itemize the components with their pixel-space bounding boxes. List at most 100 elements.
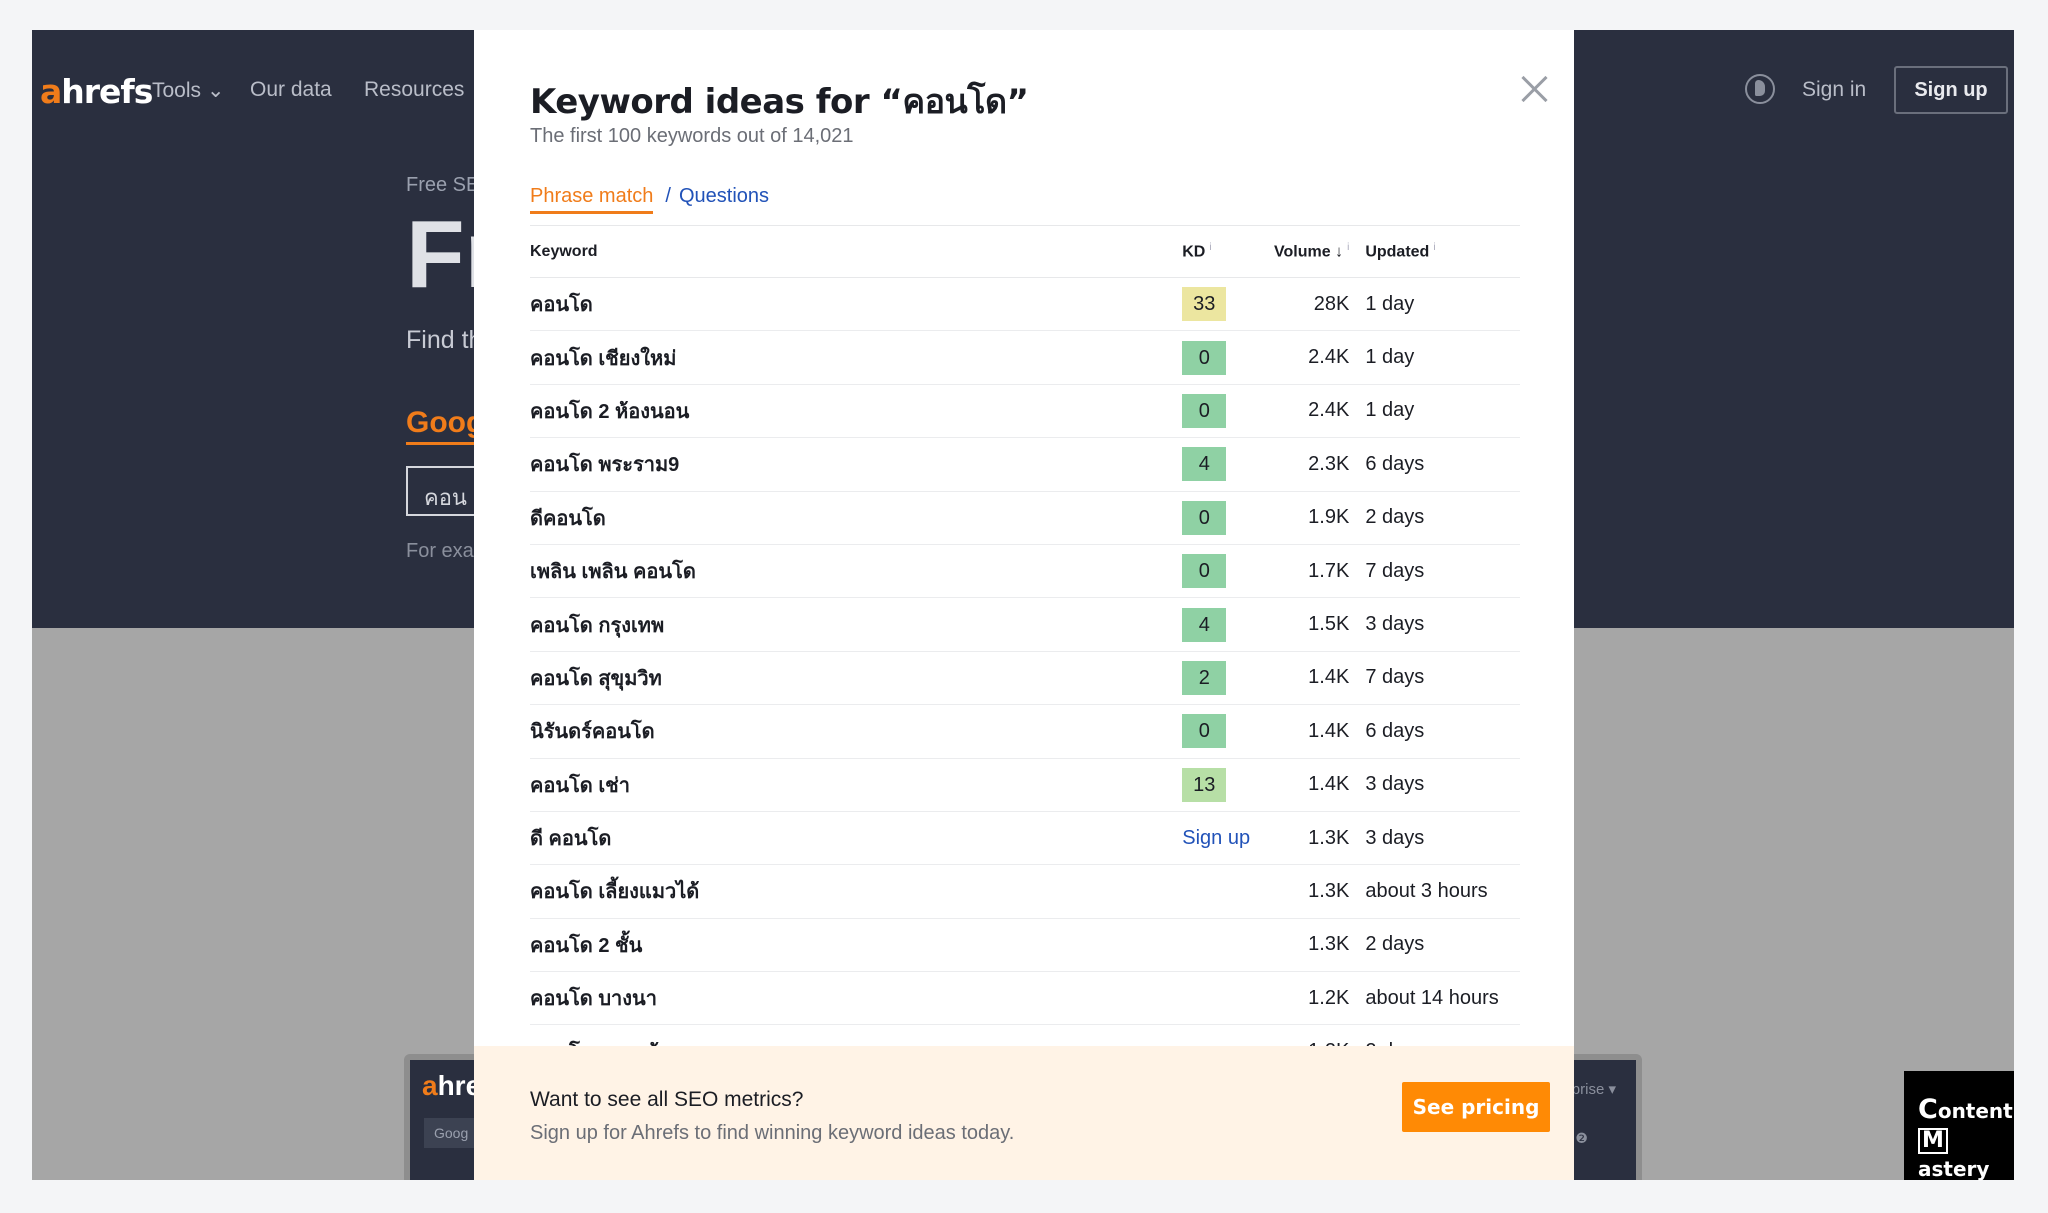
kd-badge: 0 bbox=[1182, 500, 1227, 535]
table-row[interactable]: คอนโด บางนา 1.2K about 14 hours bbox=[530, 971, 1520, 1026]
table-row[interactable]: คอนโด 2 ชั้น 1.3K 2 days bbox=[530, 918, 1520, 973]
keyword-cell[interactable]: ดีคอนโด bbox=[530, 491, 1183, 545]
kd-badge: 2 bbox=[1182, 660, 1227, 695]
volume-cell: 1.7K bbox=[1262, 544, 1366, 599]
updated-cell: 1 day bbox=[1365, 277, 1520, 332]
keyword-cell[interactable]: ดี คอนโด bbox=[530, 811, 1183, 866]
footer-title: Want to see all SEO metrics? bbox=[530, 1088, 804, 1111]
preview-right-label: prise ▾ bbox=[1571, 1081, 1616, 1098]
volume-cell: 1.4K bbox=[1262, 704, 1366, 759]
watermark-line-1: Content bbox=[1918, 1095, 2014, 1126]
volume-cell: 1.3K bbox=[1262, 864, 1366, 919]
nav-sign-up-button[interactable]: Sign up bbox=[1894, 66, 2008, 114]
volume-cell: 1.5K bbox=[1262, 597, 1366, 652]
keyword-cell[interactable]: คอนโด เชียงใหม่ bbox=[530, 330, 1183, 385]
kd-badge: 33 bbox=[1182, 287, 1227, 322]
table-row[interactable]: คอนโด พระราม9 4 2.3K 6 days bbox=[530, 437, 1520, 492]
keyword-cell[interactable]: คอนโด สุขุมวิท bbox=[530, 651, 1183, 706]
keyword-cell[interactable]: คอนโด เช่า bbox=[530, 758, 1183, 812]
kd-cell: 0 bbox=[1182, 384, 1263, 439]
keyword-cell[interactable]: คอนโด เลี้ยงแมวได้ bbox=[530, 864, 1183, 919]
nav-resources[interactable]: Resources bbox=[364, 78, 464, 102]
table-row[interactable]: คอนโด 33 28K 1 day bbox=[530, 277, 1520, 332]
kd-badge: 0 bbox=[1182, 340, 1227, 375]
globe-icon[interactable] bbox=[1745, 74, 1775, 104]
volume-cell: 2.4K bbox=[1262, 384, 1366, 439]
keyword-cell[interactable]: คอนโด 2 ห้องนอน bbox=[530, 384, 1183, 439]
keyword-cell[interactable]: คอนโด 2 ชั้น bbox=[530, 918, 1183, 973]
column-header-kd[interactable]: KD i bbox=[1182, 225, 1263, 278]
kd-cell: 0 bbox=[1182, 330, 1263, 385]
updated-cell: 2 days bbox=[1365, 918, 1520, 973]
ahrefs-logo[interactable]: ahrefs bbox=[40, 72, 153, 111]
tab-questions[interactable]: Questions bbox=[679, 185, 769, 214]
logo-text: hrefs bbox=[61, 72, 153, 111]
updated-cell: 6 days bbox=[1365, 704, 1520, 759]
match-type-tabs: Phrase match / Questions bbox=[530, 185, 769, 214]
nav-tools[interactable]: Tools ⌄ bbox=[152, 78, 224, 103]
volume-cell: 1.4K bbox=[1262, 758, 1366, 812]
updated-cell: 1 day bbox=[1365, 330, 1520, 385]
volume-cell: 1.4K bbox=[1262, 651, 1366, 706]
volume-cell: 1.9K bbox=[1262, 491, 1366, 545]
kd-badge: 0 bbox=[1182, 714, 1227, 749]
screenshot-stage: ahrefs Tools ⌄ Our data Resources Sign i… bbox=[32, 30, 2014, 1180]
close-icon[interactable] bbox=[1520, 74, 1550, 104]
table-row[interactable]: คอนโด สุขุมวิท 2 1.4K 7 days bbox=[530, 651, 1520, 706]
table-row[interactable]: ดี คอนโด Sign up 1.3K 3 days bbox=[530, 811, 1520, 866]
table-header-row: Keyword KD i Volume ↓ i Updated i bbox=[530, 225, 1520, 278]
table-row[interactable]: เพลิน เพลิน คอนโด 0 1.7K 7 days bbox=[530, 544, 1520, 599]
column-header-volume[interactable]: Volume ↓ i bbox=[1262, 225, 1366, 278]
updated-cell: about 14 hours bbox=[1365, 971, 1520, 1026]
watermark-text-1: ontent bbox=[1937, 1099, 2013, 1123]
kd-cell bbox=[1182, 918, 1263, 973]
volume-cell: 1.3K bbox=[1262, 811, 1366, 866]
table-row[interactable]: คอนโด เลี้ยงแมวได้ 1.3K about 3 hours bbox=[530, 864, 1520, 919]
watermark-line-2: Mastery bbox=[1918, 1126, 2014, 1184]
watermark-initial-c: C bbox=[1918, 1094, 1938, 1125]
info-icon[interactable]: i bbox=[1209, 242, 1211, 253]
keyword-cell[interactable]: นิรันดร์คอนโด bbox=[530, 704, 1183, 759]
updated-cell: 7 days bbox=[1365, 544, 1520, 599]
see-pricing-button[interactable]: See pricing bbox=[1402, 1082, 1550, 1132]
search-engine-tab[interactable]: Goog bbox=[406, 406, 485, 445]
preview-logo: ahre bbox=[422, 1070, 481, 1102]
info-icon[interactable]: i bbox=[1433, 242, 1435, 253]
kd-cell: Sign up bbox=[1182, 811, 1263, 866]
table-row[interactable]: คอนโด 2 ห้องนอน 0 2.4K 1 day bbox=[530, 384, 1520, 439]
updated-cell: 3 days bbox=[1365, 597, 1520, 652]
kd-sign-up-link[interactable]: Sign up bbox=[1182, 827, 1250, 849]
nav-our-data[interactable]: Our data bbox=[250, 78, 332, 102]
hero-description: Find th bbox=[406, 326, 483, 354]
keyword-cell[interactable]: คอนโด กรุงเทพ bbox=[530, 597, 1183, 652]
kd-cell: 33 bbox=[1182, 277, 1263, 332]
keyword-cell[interactable]: เพลิน เพลิน คอนโด bbox=[530, 544, 1183, 599]
keyword-cell[interactable]: คอนโด พระราม9 bbox=[530, 437, 1183, 492]
table-row[interactable]: ดีคอนโด 0 1.9K 2 days bbox=[530, 491, 1520, 545]
kd-cell bbox=[1182, 864, 1263, 919]
hero-eyebrow: Free SE bbox=[406, 174, 480, 196]
column-header-updated[interactable]: Updated i bbox=[1365, 225, 1520, 278]
keyword-cell[interactable]: คอนโด bbox=[530, 277, 1183, 332]
volume-cell: 1.2K bbox=[1262, 971, 1366, 1026]
kd-cell: 13 bbox=[1182, 758, 1263, 812]
kd-cell: 4 bbox=[1182, 597, 1263, 652]
tab-phrase-match[interactable]: Phrase match bbox=[530, 185, 654, 214]
nav-sign-in[interactable]: Sign in bbox=[1802, 78, 1866, 102]
table-row[interactable]: นิรันดร์คอนโด 0 1.4K 6 days bbox=[530, 704, 1520, 759]
volume-header-label: Volume ↓ bbox=[1274, 243, 1344, 261]
info-icon[interactable]: i bbox=[1347, 242, 1349, 253]
keyword-cell[interactable]: คอนโด บางนา bbox=[530, 971, 1183, 1026]
updated-cell: 7 days bbox=[1365, 651, 1520, 706]
kd-badge: 0 bbox=[1182, 554, 1227, 589]
kd-cell: 0 bbox=[1182, 704, 1263, 759]
kd-cell bbox=[1182, 971, 1263, 1026]
volume-cell: 2.3K bbox=[1262, 437, 1366, 492]
updated-cell: 1 day bbox=[1365, 384, 1520, 439]
table-row[interactable]: คอนโด กรุงเทพ 4 1.5K 3 days bbox=[530, 597, 1520, 652]
column-header-keyword: Keyword bbox=[530, 225, 1183, 278]
updated-cell: 2 days bbox=[1365, 491, 1520, 545]
kd-badge: 4 bbox=[1182, 447, 1227, 482]
table-row[interactable]: คอนโด เช่า 13 1.4K 3 days bbox=[530, 758, 1520, 812]
table-row[interactable]: คอนโด เชียงใหม่ 0 2.4K 1 day bbox=[530, 330, 1520, 385]
